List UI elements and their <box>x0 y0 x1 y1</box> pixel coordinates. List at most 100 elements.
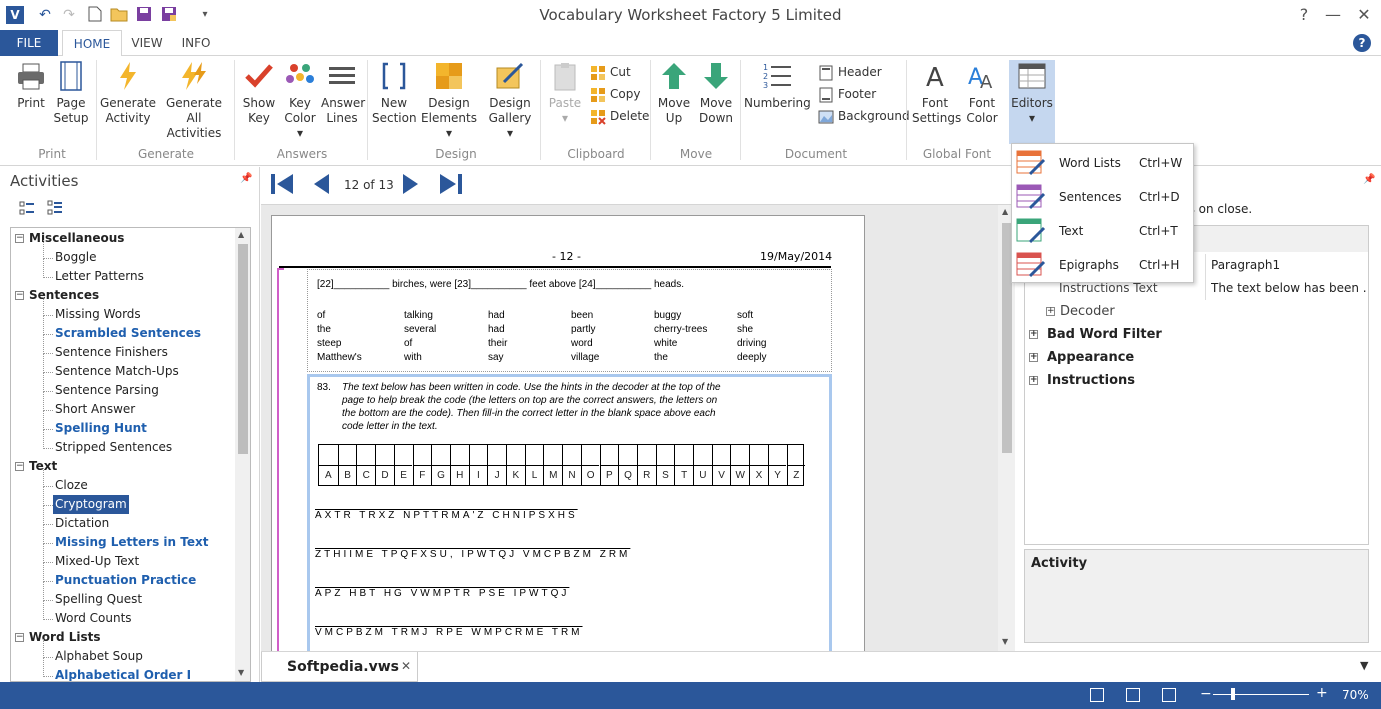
tree-item[interactable]: Cryptogram <box>53 495 129 514</box>
expand-all-icon[interactable] <box>47 200 63 216</box>
tree-item[interactable]: Sentence Match-Ups <box>55 362 179 381</box>
page-view-icon[interactable] <box>1126 688 1140 702</box>
tab-info[interactable]: INFO <box>172 30 220 56</box>
new-section-button[interactable]: New Section <box>372 60 417 126</box>
tree-scrollbar[interactable]: ▲ ▼ <box>235 228 250 681</box>
next-page-icon[interactable] <box>397 171 423 197</box>
tree-item[interactable]: Alphabetical Order I <box>55 666 191 681</box>
expand-icon[interactable]: + <box>1046 307 1055 316</box>
normal-view-icon[interactable] <box>1090 688 1104 702</box>
key-color-button[interactable]: Key Color ▾ <box>280 60 320 141</box>
page-setup-button[interactable]: Page Setup <box>52 60 90 126</box>
property-group-instructions[interactable]: + Instructions <box>1025 369 1368 392</box>
collapse-icon[interactable]: − <box>15 234 24 243</box>
tree-item[interactable]: Short Answer <box>55 400 135 419</box>
menu-item-epigraphs[interactable]: Epigraphs Ctrl+H <box>1012 248 1195 282</box>
fit-page-icon[interactable] <box>1162 688 1176 702</box>
tree-item[interactable]: Stripped Sentences <box>55 438 172 457</box>
first-page-icon[interactable] <box>269 171 295 197</box>
tree-category[interactable]: Sentences <box>29 286 99 305</box>
tree-item[interactable]: Punctuation Practice <box>55 571 196 590</box>
tree-item[interactable]: Missing Words <box>55 305 141 324</box>
background-button[interactable]: Background <box>818 106 910 126</box>
minimize-button[interactable]: — <box>1318 2 1348 28</box>
scroll-up-icon[interactable]: ▲ <box>1002 207 1008 216</box>
collapse-all-icon[interactable] <box>19 200 35 216</box>
menu-item-text[interactable]: Text Ctrl+T <box>1012 214 1195 248</box>
tree-item[interactable]: Letter Patterns <box>55 267 144 286</box>
print-button[interactable]: Print <box>12 60 50 111</box>
paste-button[interactable]: Paste ▾ <box>546 60 584 126</box>
last-page-icon[interactable] <box>438 171 464 197</box>
tree-item[interactable]: Missing Letters in Text <box>55 533 208 552</box>
show-key-button[interactable]: Show Key <box>240 60 278 126</box>
footer-button[interactable]: Footer <box>818 84 876 104</box>
property-value[interactable]: The text below has been ... <box>1211 277 1366 300</box>
zoom-slider[interactable] <box>1213 694 1309 695</box>
decoder-answer-cell <box>786 445 806 465</box>
numbering-button[interactable]: 123 Numbering <box>744 60 811 111</box>
font-color-button[interactable]: AA Font Color <box>962 60 1002 126</box>
font-settings-button[interactable]: A Font Settings <box>912 60 961 126</box>
decoder-letter-cell: N <box>562 465 581 486</box>
word-bank-section[interactable]: [22]__________ birches, were [23]_______… <box>307 269 832 372</box>
design-elements-button[interactable]: Design Elements ▾ <box>418 60 480 141</box>
property-value[interactable]: Paragraph1 <box>1211 254 1366 277</box>
tree-scroll-thumb[interactable] <box>238 244 248 454</box>
scroll-down-icon[interactable]: ▼ <box>1002 637 1008 646</box>
header-button[interactable]: Header <box>818 62 882 82</box>
design-gallery-icon <box>496 62 524 89</box>
delete-button[interactable]: Delete <box>590 106 649 126</box>
tree-item[interactable]: Sentence Parsing <box>55 381 159 400</box>
cut-button[interactable]: Cut <box>590 62 631 82</box>
close-tab-icon[interactable]: ✕ <box>401 659 411 673</box>
tree-category[interactable]: Word Lists <box>29 628 101 647</box>
menu-item-word-lists[interactable]: Word Lists Ctrl+W <box>1012 146 1195 180</box>
tree-item[interactable]: Sentence Finishers <box>55 343 168 362</box>
close-window-button[interactable]: ✕ <box>1349 2 1379 28</box>
collapse-icon[interactable]: − <box>15 633 24 642</box>
tree-item[interactable]: Dictation <box>55 514 109 533</box>
tab-home[interactable]: HOME <box>62 30 122 57</box>
tree-item[interactable]: Word Counts <box>55 609 132 628</box>
generate-all-activities-button[interactable]: Generate All Activities <box>158 60 230 141</box>
zoom-slider-thumb[interactable] <box>1231 688 1235 700</box>
tab-file[interactable]: FILE <box>0 30 58 56</box>
property-group-decoder[interactable]: + Decoder <box>1025 300 1368 323</box>
expand-icon[interactable]: + <box>1029 376 1038 385</box>
tree-item[interactable]: Alphabet Soup <box>55 647 143 666</box>
tabs-dropdown-icon[interactable]: ▼ <box>1360 659 1368 672</box>
editors-button[interactable]: Editors ▾ <box>1009 60 1055 126</box>
tab-view[interactable]: VIEW <box>124 30 170 56</box>
tree-item[interactable]: Mixed-Up Text <box>55 552 139 571</box>
scroll-down-icon[interactable]: ▼ <box>238 668 244 677</box>
expand-icon[interactable]: + <box>1029 353 1038 362</box>
answer-lines-button[interactable]: Answer Lines <box>321 60 365 126</box>
tree-item[interactable]: Spelling Quest <box>55 590 142 609</box>
tree-item[interactable]: Scrambled Sentences <box>55 324 201 343</box>
pin-icon[interactable]: 📌 <box>240 173 252 184</box>
expand-icon[interactable]: + <box>1029 330 1038 339</box>
move-up-button[interactable]: Move Up <box>654 60 694 126</box>
help-icon[interactable]: ? <box>1353 34 1371 52</box>
help-question-icon[interactable]: ? <box>1289 2 1319 28</box>
tree-item[interactable]: Boggle <box>55 248 97 267</box>
menu-item-sentences[interactable]: Sentences Ctrl+D <box>1012 180 1195 214</box>
collapse-icon[interactable]: − <box>15 462 24 471</box>
design-gallery-button[interactable]: Design Gallery ▾ <box>484 60 536 141</box>
scroll-up-icon[interactable]: ▲ <box>238 230 244 239</box>
property-group-appearance[interactable]: + Appearance <box>1025 346 1368 369</box>
generate-activity-button[interactable]: Generate Activity <box>100 60 156 126</box>
tree-item[interactable]: Cloze <box>55 476 88 495</box>
property-group-bad-word-filter[interactable]: + Bad Word Filter <box>1025 323 1368 346</box>
pin-icon[interactable]: 📌 <box>1363 174 1375 185</box>
document-tab[interactable]: Softpedia.vws ✕ <box>261 652 418 682</box>
zoom-in-icon[interactable]: + <box>1316 685 1328 701</box>
copy-button[interactable]: Copy <box>590 84 640 104</box>
collapse-icon[interactable]: − <box>15 291 24 300</box>
tree-item[interactable]: Spelling Hunt <box>55 419 147 438</box>
move-down-button[interactable]: Move Down <box>696 60 736 126</box>
previous-page-icon[interactable] <box>309 171 335 197</box>
zoom-out-icon[interactable]: − <box>1200 686 1212 702</box>
lightning-double-icon <box>182 62 206 90</box>
